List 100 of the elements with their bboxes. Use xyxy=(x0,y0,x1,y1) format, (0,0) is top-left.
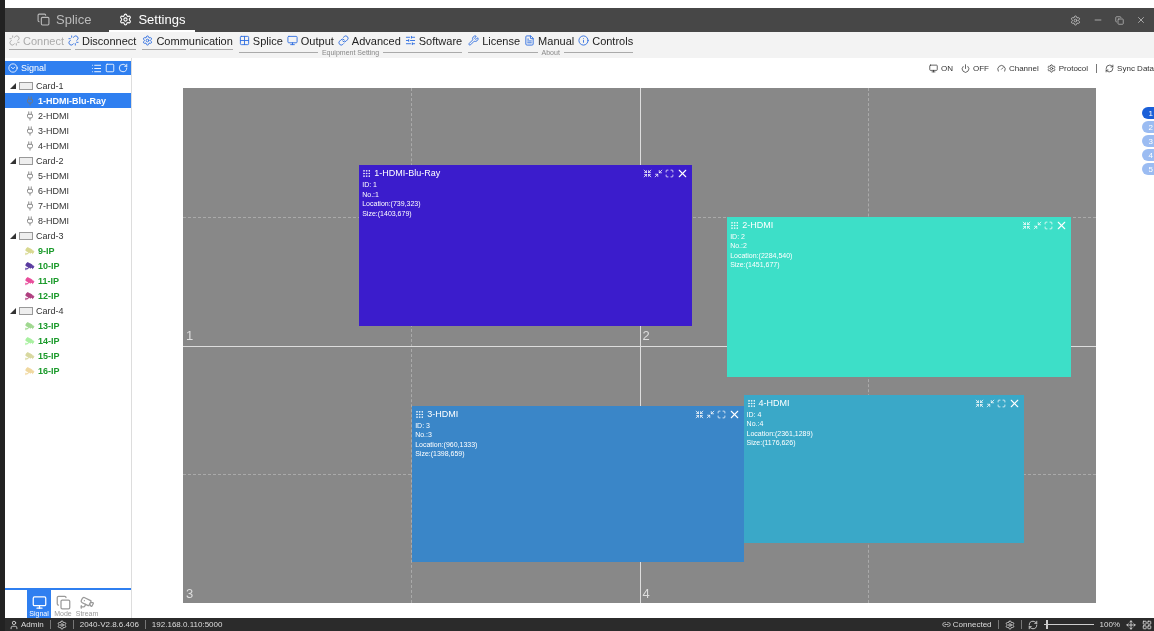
tree-node[interactable]: Card-1 xyxy=(5,78,131,93)
tree-item[interactable]: 15-IP xyxy=(5,348,131,363)
window-title: 1-HDMI-Blu-Ray xyxy=(374,169,441,179)
tool-icon xyxy=(996,63,1006,73)
toolbar-button[interactable]: Controls xyxy=(578,34,634,47)
slider-thumb[interactable] xyxy=(1046,620,1049,629)
tree-item[interactable]: 3-HDMI xyxy=(5,123,131,138)
square-icon[interactable] xyxy=(105,63,115,73)
toolbar-icon xyxy=(404,35,416,46)
expand-icon xyxy=(10,82,16,89)
title-tab[interactable]: Splice xyxy=(27,8,102,32)
gear-icon[interactable] xyxy=(1004,619,1015,630)
tree-item[interactable]: 14-IP xyxy=(5,333,131,348)
tree-item[interactable]: 13-IP xyxy=(5,318,131,333)
page-number[interactable]: 1 xyxy=(1142,107,1154,119)
toolbar-icon xyxy=(68,35,79,46)
user-icon xyxy=(9,619,19,630)
version-text: 2040-V2.8.6.406 xyxy=(79,620,139,629)
tree-item[interactable]: 8-HDMI xyxy=(5,213,131,228)
restore-icon[interactable] xyxy=(705,409,715,419)
plug-icon xyxy=(25,215,35,226)
tree-item[interactable]: 12-IP xyxy=(5,288,131,303)
toolbar-icon xyxy=(524,35,536,46)
plug-icon xyxy=(25,125,35,136)
expand-icon xyxy=(10,232,16,239)
grip-icon xyxy=(746,398,756,408)
tab-icon xyxy=(31,595,47,610)
grip-icon xyxy=(415,409,425,419)
maximize-icon[interactable] xyxy=(716,409,726,419)
tab-icon xyxy=(55,595,71,610)
maximize-icon[interactable] xyxy=(665,169,675,179)
address-text: 192.168.0.110:5000 xyxy=(151,620,223,629)
tree-item[interactable]: 6-HDMI xyxy=(5,183,131,198)
tree-node[interactable]: Card-2 xyxy=(5,153,131,168)
chevron-icon[interactable] xyxy=(8,63,18,73)
connection-status: Connected xyxy=(952,620,992,629)
tree-item[interactable]: 1-HDMI-Blu-Ray xyxy=(5,93,131,108)
tree-item[interactable]: 4-HDMI xyxy=(5,138,131,153)
card-icon xyxy=(19,306,33,315)
window-title: 4-HDMI xyxy=(758,398,790,409)
gear-icon[interactable] xyxy=(56,619,67,630)
screen-number: 3 xyxy=(186,586,194,600)
grid-icon[interactable] xyxy=(1142,619,1152,630)
maximize-icon[interactable] xyxy=(996,398,1006,408)
toolbar-button[interactable]: Software xyxy=(404,34,463,47)
plug-icon xyxy=(25,200,35,211)
tool-icon xyxy=(960,63,970,73)
tree-item[interactable]: 9-IP xyxy=(5,243,131,258)
refresh-icon[interactable] xyxy=(118,63,128,73)
plug-icon xyxy=(25,170,35,181)
zoom-reading: 100% xyxy=(1099,620,1120,629)
toolbar-button[interactable]: License xyxy=(468,34,521,47)
toolbar-icon xyxy=(578,35,590,46)
move-icon[interactable] xyxy=(1126,619,1136,630)
tree-item[interactable]: 10-IP xyxy=(5,258,131,273)
shrink-icon[interactable] xyxy=(643,169,653,179)
tab-icon xyxy=(79,595,95,610)
canvas-tool[interactable]: Protocol xyxy=(1046,63,1089,73)
list-icon[interactable] xyxy=(91,62,102,74)
tree-node[interactable]: Card-4 xyxy=(5,303,131,318)
toolbar-button[interactable]: Output xyxy=(286,34,334,47)
restore-icon[interactable] xyxy=(654,169,664,179)
card-icon xyxy=(19,81,33,90)
screen-number: 4 xyxy=(642,586,650,600)
toolbar-icon xyxy=(468,35,480,46)
canvas-tool[interactable]: Channel xyxy=(996,63,1039,73)
tool-icon xyxy=(1105,63,1115,73)
shrink-icon[interactable] xyxy=(694,409,704,419)
toolbar-button[interactable]: Splice xyxy=(238,34,283,47)
restore-icon[interactable] xyxy=(1115,15,1124,25)
canvas-tool[interactable]: ON xyxy=(928,63,953,73)
gear-icon xyxy=(119,12,133,26)
plug-icon xyxy=(25,110,35,121)
tree-item[interactable]: 5-HDMI xyxy=(5,168,131,183)
canvas-tool[interactable]: OFF xyxy=(960,63,989,73)
expand-icon xyxy=(10,307,16,314)
toolbar-button[interactable]: Disconnect xyxy=(68,34,137,47)
tree-item[interactable]: 2-HDMI xyxy=(5,108,131,123)
tree-item[interactable]: 7-HDMI xyxy=(5,198,131,213)
refresh-icon[interactable] xyxy=(1027,619,1038,630)
close-icon[interactable] xyxy=(1136,15,1146,25)
toolbar-icon xyxy=(337,35,349,46)
screen-number: 1 xyxy=(186,329,194,342)
toolbar-button[interactable]: Advanced xyxy=(337,34,401,47)
link-icon xyxy=(941,620,951,629)
copy-icon xyxy=(37,12,50,26)
tree-node[interactable]: Card-3 xyxy=(5,228,131,243)
plug-icon xyxy=(25,140,35,151)
tool-icon xyxy=(1046,63,1056,73)
card-icon xyxy=(19,156,33,165)
window-title: 2-HDMI xyxy=(742,220,774,230)
toolbar-button[interactable]: Communication xyxy=(142,34,233,47)
grip-icon xyxy=(362,169,372,179)
toolbar-button[interactable]: Manual xyxy=(524,34,575,47)
plug-icon xyxy=(25,95,35,106)
plug-icon xyxy=(25,185,35,196)
settings-icon[interactable] xyxy=(1070,14,1081,26)
tree-item[interactable]: 16-IP xyxy=(5,363,131,378)
tree-item[interactable]: 11-IP xyxy=(5,273,131,288)
canvas-tool[interactable]: Sync Data xyxy=(1105,63,1154,73)
